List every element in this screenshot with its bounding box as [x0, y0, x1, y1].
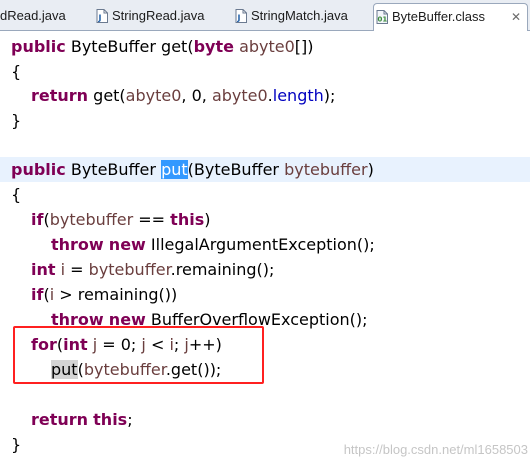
code-line: throw new IllegalArgumentException();: [51, 235, 375, 254]
code-line: if(i > remaining()): [31, 285, 178, 304]
annotation-box: [13, 326, 264, 384]
code-line: return this;: [31, 410, 133, 429]
java-file-icon: J: [96, 9, 108, 23]
svg-text:J: J: [237, 14, 241, 23]
tab-label: ByteBuffer.class: [392, 9, 485, 24]
code-line: {: [11, 185, 22, 204]
java-file-icon: J: [235, 9, 247, 23]
tab-label: StringRead.java: [112, 8, 205, 23]
tab-stringmatch-java[interactable]: J StringMatch.java: [233, 3, 371, 30]
code-line: if(bytebuffer == this): [31, 210, 211, 229]
tab-label: StringMatch.java: [251, 8, 348, 23]
tab-bytebuffer-class[interactable]: 01 ByteBuffer.class ✕: [373, 3, 528, 31]
code-line: }: [11, 111, 22, 130]
code-line: public ByteBuffer put(ByteBuffer bytebuf…: [11, 160, 374, 179]
code-line: return get(abyte0, 0, abyte0.length);: [31, 86, 336, 105]
code-line: int i = bytebuffer.remaining();: [31, 260, 275, 279]
svg-text:J: J: [98, 14, 102, 23]
code-line: public ByteBuffer get(byte abyte0[]): [11, 37, 314, 56]
code-editor[interactable]: public ByteBuffer get(byte abyte0[]) { r…: [0, 31, 530, 471]
editor-tab-bar: dRead.java J StringRead.java J StringMat…: [0, 0, 530, 31]
tab-stringread-java[interactable]: J StringRead.java: [94, 3, 224, 30]
code-line: {: [11, 62, 22, 81]
close-icon[interactable]: ✕: [511, 4, 521, 30]
code-line: }: [11, 435, 22, 454]
svg-text:01: 01: [378, 16, 388, 24]
class-file-icon: 01: [376, 10, 388, 24]
selected-method-name[interactable]: put: [161, 160, 188, 179]
tab-dread-java[interactable]: dRead.java: [0, 3, 88, 30]
tab-label: dRead.java: [0, 8, 66, 23]
watermark: https://blog.csdn.net/ml1658503: [343, 442, 528, 457]
